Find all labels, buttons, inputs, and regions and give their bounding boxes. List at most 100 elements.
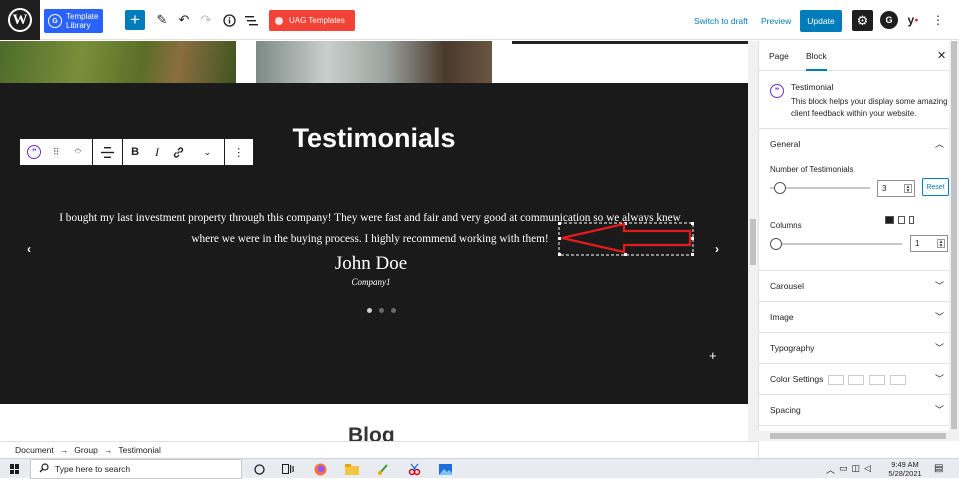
tab-page[interactable]: Page xyxy=(769,51,789,61)
windows-start-icon[interactable] xyxy=(10,464,20,474)
notification-center-icon[interactable]: ▤ xyxy=(934,463,943,474)
carousel-dot[interactable] xyxy=(367,308,372,313)
sidebar-horizontal-scrollbar[interactable] xyxy=(758,431,959,441)
volume-icon[interactable]: ◁ xyxy=(864,463,871,476)
block-options-kebab-icon[interactable]: ⋮ xyxy=(224,139,253,165)
taskbar-search-input[interactable]: Type here to search xyxy=(30,459,242,479)
add-block-button[interactable]: + xyxy=(125,10,145,30)
number-of-testimonials-input[interactable]: 3 ▲ ▼ xyxy=(877,180,915,197)
breadcrumb: Document → Group → Testimonial xyxy=(0,441,758,458)
block-card: ” Testimonial This block helps your disp… xyxy=(759,71,959,129)
mobile-icon[interactable] xyxy=(909,216,914,224)
network-icon[interactable]: ◫ xyxy=(852,463,861,476)
color-swatch[interactable] xyxy=(828,375,844,385)
chevron-down-icon: ﹀ xyxy=(935,374,945,384)
tray-chevron-up-icon[interactable]: ︿ xyxy=(826,463,835,476)
task-view-icon[interactable] xyxy=(281,462,295,476)
list-view-icon[interactable] xyxy=(242,11,260,29)
annotation-arrow-shape[interactable] xyxy=(558,219,694,256)
breadcrumb-item-document[interactable]: Document xyxy=(15,445,54,455)
breadcrumb-arrow-icon: → xyxy=(59,445,69,455)
bold-icon[interactable]: B xyxy=(123,139,148,165)
columns-value: 1 xyxy=(915,239,920,248)
update-button[interactable]: Update xyxy=(800,10,842,32)
paint-brush-app-icon[interactable] xyxy=(376,462,390,476)
details-info-icon[interactable] xyxy=(220,11,238,29)
preview-button[interactable]: Preview xyxy=(761,16,791,26)
tools-pencil-icon[interactable]: ✎ xyxy=(153,11,171,29)
stepper-icon[interactable]: ▲ ▼ xyxy=(937,239,945,249)
canvas-scrollbar[interactable] xyxy=(748,41,758,441)
scrollbar-thumb[interactable] xyxy=(750,219,756,265)
block-toolbar: ” ⠿ ︿ ﹀ B I ⌄ ⋮ xyxy=(19,138,254,166)
uag-templates-button[interactable]: UAG Templates xyxy=(269,10,355,31)
breadcrumb-item-testimonial[interactable]: Testimonial xyxy=(118,445,161,455)
carousel-dot[interactable] xyxy=(391,308,396,313)
windows-taskbar: Type here to search ︿ ▭ ◫ ◁ 9:49 AM 5/28… xyxy=(0,458,959,479)
link-icon[interactable] xyxy=(166,139,191,165)
scrollbar-thumb[interactable] xyxy=(951,41,957,429)
editor-canvas: Testimonials ” ⠿ ︿ ﹀ B I ⌄ ⋮ ‹ › I bought… xyxy=(0,41,748,441)
testimonial-author-name[interactable]: John Doe xyxy=(0,253,742,275)
testimonial-author-company[interactable]: Company1 xyxy=(0,277,742,287)
stepper-icon[interactable]: ▲ ▼ xyxy=(904,184,912,194)
more-rich-text-chevron-down-icon[interactable]: ⌄ xyxy=(191,139,223,165)
block-name: Testimonial xyxy=(791,82,834,92)
testimonial-quote-icon: ” xyxy=(27,145,42,159)
gutenberg-g-icon: G xyxy=(48,14,62,28)
align-icon[interactable] xyxy=(93,139,122,165)
slider-knob[interactable] xyxy=(774,182,786,194)
gallery-image-1[interactable] xyxy=(0,41,236,83)
chevron-down-icon[interactable]: ﹀ xyxy=(75,152,82,159)
chevron-up-icon[interactable]: ︿ xyxy=(75,145,82,152)
battery-icon[interactable]: ▭ xyxy=(839,463,848,476)
italic-icon[interactable]: I xyxy=(147,139,166,165)
reset-button[interactable]: Reset xyxy=(922,178,949,196)
tab-block[interactable]: Block xyxy=(806,51,827,71)
photos-app-icon[interactable] xyxy=(438,462,452,476)
columns-input[interactable]: 1 ▲ ▼ xyxy=(910,235,948,252)
sidebar-scrollbar[interactable] xyxy=(949,41,959,431)
panel-general-toggle[interactable]: General ︿ xyxy=(759,129,951,160)
color-swatch[interactable] xyxy=(890,375,906,385)
editor-top-toolbar: W G Template Library + ✎ ↶ ↷ UAG Templat… xyxy=(0,0,959,40)
firefox-icon[interactable] xyxy=(313,462,327,476)
move-up-down-control[interactable]: ︿ ﹀ xyxy=(64,139,93,165)
drag-handle-icon[interactable]: ⠿ xyxy=(49,139,64,165)
columns-slider[interactable] xyxy=(770,237,902,251)
blog-section-title[interactable]: Blog xyxy=(348,424,395,441)
options-kebab-icon[interactable]: ⋮ xyxy=(932,11,944,29)
snipping-tool-icon[interactable] xyxy=(407,462,421,476)
file-explorer-icon[interactable] xyxy=(345,462,359,476)
scrollbar-thumb[interactable] xyxy=(770,433,946,439)
panel-general-label: General xyxy=(770,139,801,149)
plugin-g-icon[interactable]: G xyxy=(880,11,898,29)
number-of-testimonials-slider[interactable] xyxy=(770,181,870,195)
close-sidebar-icon[interactable]: ✕ xyxy=(937,49,946,62)
tablet-icon[interactable] xyxy=(898,216,905,224)
add-block-plus-icon[interactable]: + xyxy=(709,348,717,363)
gallery-image-2[interactable] xyxy=(256,41,492,83)
carousel-dot[interactable] xyxy=(379,308,384,313)
desktop-icon[interactable] xyxy=(885,216,894,224)
color-swatch[interactable] xyxy=(869,375,885,385)
redo-icon[interactable]: ↷ xyxy=(197,11,215,29)
breadcrumb-item-group[interactable]: Group xyxy=(74,445,98,455)
settings-gear-icon[interactable]: ⚙ xyxy=(852,10,873,31)
switch-to-draft-button[interactable]: Switch to draft xyxy=(694,16,748,26)
block-type-button[interactable]: ” xyxy=(20,139,49,165)
cortana-circle-icon[interactable] xyxy=(252,462,266,476)
panel-image-toggle[interactable]: Image ﹀ xyxy=(759,302,951,333)
yoast-seo-icon[interactable]: y ● xyxy=(904,11,922,29)
wordpress-logo-icon[interactable]: W xyxy=(0,0,40,40)
slider-knob[interactable] xyxy=(770,238,782,250)
template-library-button[interactable]: G Template Library xyxy=(44,9,103,33)
system-tray: ︿ ▭ ◫ ◁ xyxy=(826,463,871,476)
gallery-image-3[interactable] xyxy=(512,41,748,44)
panel-typography-toggle[interactable]: Typography ﹀ xyxy=(759,333,951,364)
panel-spacing-toggle[interactable]: Spacing ﹀ xyxy=(759,395,951,426)
color-swatch[interactable] xyxy=(848,375,864,385)
panel-carousel-toggle[interactable]: Carousel ﹀ xyxy=(759,271,951,302)
taskbar-clock[interactable]: 9:49 AM 5/28/2021 xyxy=(885,460,925,478)
undo-icon[interactable]: ↶ xyxy=(175,11,193,29)
